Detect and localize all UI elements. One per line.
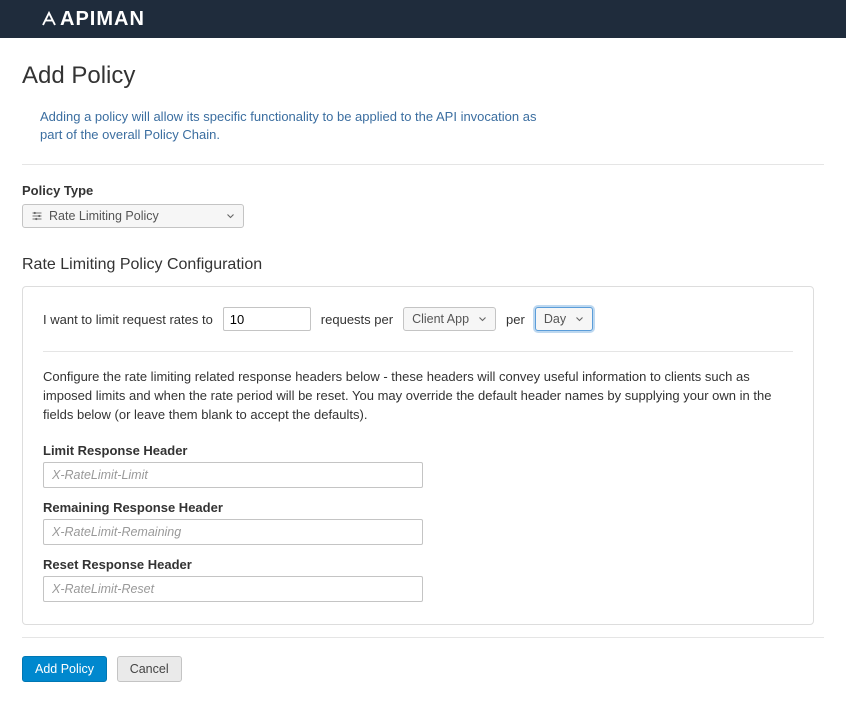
bottom-divider: [22, 637, 824, 638]
divider: [22, 164, 824, 165]
chevron-down-icon: [575, 315, 584, 324]
main-content: Add Policy Adding a policy will allow it…: [0, 38, 846, 722]
limit-header-input[interactable]: [43, 462, 423, 488]
period-select[interactable]: Day: [535, 307, 593, 331]
remaining-header-input[interactable]: [43, 519, 423, 545]
rate-limit-input[interactable]: [223, 307, 311, 331]
inner-divider: [43, 351, 793, 352]
reset-header-group: Reset Response Header: [43, 557, 793, 602]
policy-type-select[interactable]: Rate Limiting Policy: [22, 204, 244, 228]
remaining-header-label: Remaining Response Header: [43, 500, 793, 515]
limit-header-group: Limit Response Header: [43, 443, 793, 488]
config-panel: I want to limit request rates to request…: [22, 286, 814, 625]
brand-logo[interactable]: APIMAN: [40, 8, 145, 31]
reset-header-label: Reset Response Header: [43, 557, 793, 572]
policy-type-value: Rate Limiting Policy: [49, 209, 159, 223]
button-row: Add Policy Cancel: [22, 656, 824, 682]
reset-header-input[interactable]: [43, 576, 423, 602]
cancel-button[interactable]: Cancel: [117, 656, 182, 682]
rate-limit-line: I want to limit request rates to request…: [43, 307, 793, 331]
policy-type-label: Policy Type: [22, 183, 824, 198]
limit-header-label: Limit Response Header: [43, 443, 793, 458]
brand-text: APIMAN: [60, 8, 145, 31]
remaining-header-group: Remaining Response Header: [43, 500, 793, 545]
rate-mid2: per: [506, 312, 525, 327]
navbar: APIMAN: [0, 0, 846, 38]
granularity-select[interactable]: Client App: [403, 307, 496, 331]
granularity-value: Client App: [412, 312, 469, 326]
add-policy-button[interactable]: Add Policy: [22, 656, 107, 682]
rate-mid1: requests per: [321, 312, 393, 327]
config-section-title: Rate Limiting Policy Configuration: [22, 256, 824, 274]
chevron-down-icon: [226, 212, 235, 221]
brand-icon: [40, 10, 58, 28]
rate-prefix: I want to limit request rates to: [43, 312, 213, 327]
period-value: Day: [544, 312, 566, 326]
page-title: Add Policy: [22, 62, 824, 90]
page-description: Adding a policy will allow its specific …: [40, 108, 560, 144]
headers-description: Configure the rate limiting related resp…: [43, 368, 793, 425]
chevron-down-icon: [478, 315, 487, 324]
sliders-icon: [31, 210, 43, 222]
